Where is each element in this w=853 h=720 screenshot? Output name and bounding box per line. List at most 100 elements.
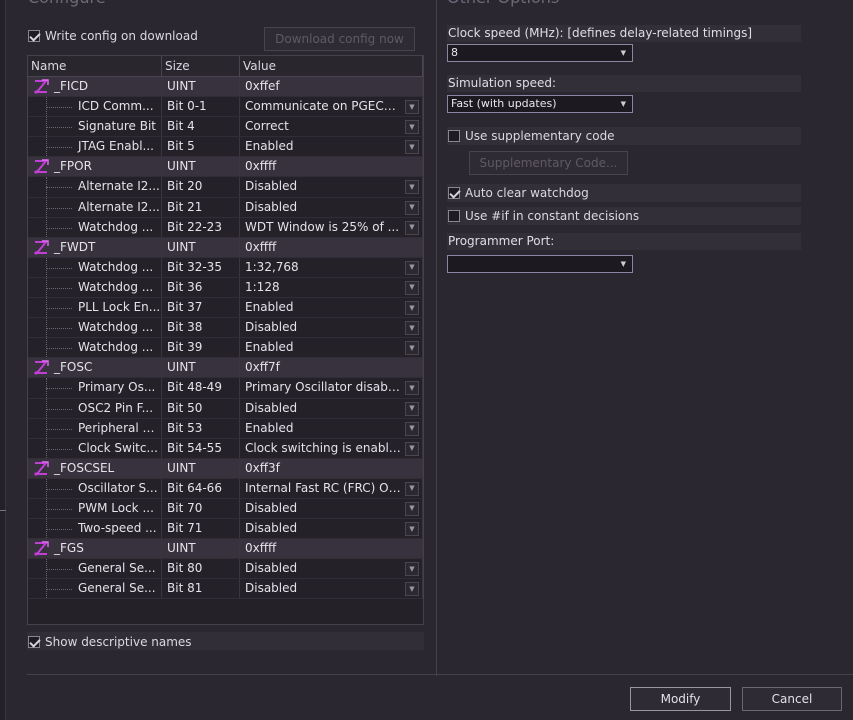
clock-speed-combo[interactable]: 8 ▼ [447,44,633,62]
chevron-down-icon[interactable]: ▼ [405,180,419,195]
table-row[interactable]: Alternate I2... Bit 20 Disabled ▼ [28,177,423,198]
table-row[interactable]: PWM Lock ... Bit 70 Disabled ▼ [28,498,423,520]
chevron-down-icon[interactable]: ▼ [405,301,419,316]
tree-branch [46,227,72,229]
show-descriptive-names-checkbox[interactable]: Show descriptive names [28,634,192,650]
table-row[interactable]: Watchdog ... Bit 32-35 1:32,768 ▼ [28,257,423,278]
table-row[interactable]: PLL Lock En... Bit 37 Enabled ▼ [28,298,423,319]
value-cell[interactable]: Disabled ▼ [240,197,423,217]
modify-button[interactable]: Modify [630,687,731,711]
checkbox-icon[interactable] [448,130,460,142]
setting-name-cell: Peripheral pi... [28,418,162,438]
chevron-down-icon[interactable]: ▼ [405,100,419,115]
table-row[interactable]: Peripheral pi... Bit 53 Enabled ▼ [28,418,423,439]
use-if-checkbox[interactable]: Use #if in constant decisions [447,207,801,225]
value-cell[interactable]: Primary Oscillator disabled ▼ [240,378,423,398]
chevron-down-icon[interactable]: ▼ [405,522,419,537]
table-row[interactable]: Two-speed ... Bit 71 Disabled ▼ [28,519,423,540]
table-row[interactable]: Watchdog ... Bit 36 1:128 ▼ [28,277,423,299]
chevron-down-icon[interactable]: ▼ [405,220,419,235]
table-group-row[interactable]: _FICD UINT 0xffef [28,77,423,98]
supplementary-code-button[interactable]: Supplementary Code... [469,151,628,175]
tree-branch [46,287,72,289]
value-cell[interactable]: Disabled ▼ [240,559,423,579]
table-row[interactable]: General Se... Bit 81 Disabled ▼ [28,579,423,600]
value-cell[interactable]: Correct ▼ [240,117,423,137]
value-cell[interactable]: 1:32,768 ▼ [240,257,423,277]
chevron-down-icon[interactable]: ▼ [405,140,419,155]
use-supplementary-checkbox[interactable]: Use supplementary code [447,127,801,145]
table-row[interactable]: Watchdog ... Bit 38 Disabled ▼ [28,318,423,339]
chevron-down-icon[interactable]: ▼ [405,582,419,597]
table-row[interactable]: Oscillator S... Bit 64-66 Internal Fast RC… [28,478,423,499]
size-cell: Bit 48-49 [162,378,240,398]
table-row[interactable]: Signature Bit Bit 4 Correct ▼ [28,117,423,138]
cancel-button[interactable]: Cancel [742,687,842,711]
value-text: Enabled [245,300,294,315]
chevron-down-icon[interactable]: ▼ [405,401,419,416]
group-name-cell: _FGS [28,539,162,559]
use-supplementary-label: Use supplementary code [465,129,615,143]
value-cell[interactable]: Disabled ▼ [240,579,423,599]
panel-divider [436,0,437,676]
value-cell[interactable]: Communicate on PGEC1 a... ▼ [240,97,423,117]
table-row[interactable]: OSC2 Pin F... Bit 50 Disabled ▼ [28,398,423,419]
simulation-speed-combo[interactable]: Fast (with updates) ▼ [447,95,633,113]
chevron-down-icon[interactable]: ▼ [405,280,419,295]
chevron-down-icon[interactable]: ▼ [405,441,419,456]
chevron-down-icon[interactable]: ▼ [405,562,419,577]
table-row[interactable]: JTAG Enabl... Bit 5 Enabled ▼ [28,137,423,158]
write-config-checkbox[interactable]: Write config on download [28,28,198,44]
value-cell[interactable]: WDT Window is 25% of ... ▼ [240,217,423,237]
size-cell: Bit 50 [162,398,240,418]
table-row[interactable]: Watchdog ... Bit 22-23 WDT Window is 25% o… [28,217,423,238]
chevron-down-icon[interactable]: ▼ [405,481,419,496]
value-cell[interactable]: Clock switching is enabled,... ▼ [240,438,423,458]
table-row[interactable]: Alternate I2... Bit 21 Disabled ▼ [28,197,423,218]
chevron-down-icon[interactable]: ▼ [405,260,419,275]
column-header-size[interactable]: Size [162,56,240,76]
chevron-down-icon[interactable]: ▼ [405,381,419,396]
chevron-down-icon[interactable]: ▼ [405,501,419,516]
value-cell[interactable]: Enabled ▼ [240,418,423,438]
chevron-down-icon[interactable]: ▼ [405,321,419,336]
value-cell[interactable]: Disabled ▼ [240,318,423,338]
chevron-down-icon[interactable]: ▼ [405,421,419,436]
table-group-row[interactable]: _FWDT UINT 0xffff [28,237,423,258]
chevron-down-icon[interactable]: ▼ [405,200,419,215]
chevron-down-icon[interactable]: ▼ [405,341,419,356]
value-cell[interactable]: Enabled ▼ [240,298,423,318]
column-header-value[interactable]: Value [240,56,423,76]
value-cell[interactable]: Enabled ▼ [240,338,423,358]
value-cell[interactable]: 1:128 ▼ [240,277,423,298]
use-if-label: Use #if in constant decisions [465,209,640,223]
table-row[interactable]: Watchdog ... Bit 39 Enabled ▼ [28,338,423,359]
value-cell[interactable]: Disabled ▼ [240,398,423,418]
table-row[interactable]: Clock Switc... Bit 54-55 Clock switching i… [28,438,423,459]
value-cell[interactable]: Enabled ▼ [240,137,423,157]
table-group-row[interactable]: _FOSCSEL UINT 0xff3f [28,458,423,479]
table-group-row[interactable]: _FGS UINT 0xffff [28,539,423,560]
tree-branch [46,488,72,490]
size-cell: Bit 80 [162,559,240,579]
chevron-down-icon[interactable]: ▼ [405,120,419,135]
table-row[interactable]: General Se... Bit 80 Disabled ▼ [28,559,423,580]
checkbox-icon[interactable] [28,636,40,648]
setting-name-cell: PWM Lock ... [28,498,162,519]
programmer-port-combo[interactable]: ▼ [447,255,633,273]
value-cell[interactable]: Disabled ▼ [240,519,423,539]
download-config-button[interactable]: Download config now [264,27,415,51]
auto-clear-watchdog-checkbox[interactable]: Auto clear watchdog [447,184,801,202]
table-row[interactable]: Primary Os... Bit 48-49 Primary Oscillator… [28,378,423,399]
column-header-name[interactable]: Name [28,56,162,76]
table-group-row[interactable]: _FOSC UINT 0xff7f [28,358,423,379]
table-group-row[interactable]: _FPOR UINT 0xffff [28,157,423,178]
table-row[interactable]: ICD Comm... Bit 0-1 Communicate on PGEC1 a… [28,97,423,118]
value-cell[interactable]: Disabled ▼ [240,177,423,197]
value-cell[interactable]: Internal Fast RC (FRC) Os... ▼ [240,478,423,498]
checkbox-icon[interactable] [448,187,460,199]
value-cell[interactable]: Disabled ▼ [240,498,423,519]
checkbox-icon[interactable] [448,210,460,222]
checkbox-icon[interactable] [28,30,40,42]
name-text: _FICD [54,79,89,93]
